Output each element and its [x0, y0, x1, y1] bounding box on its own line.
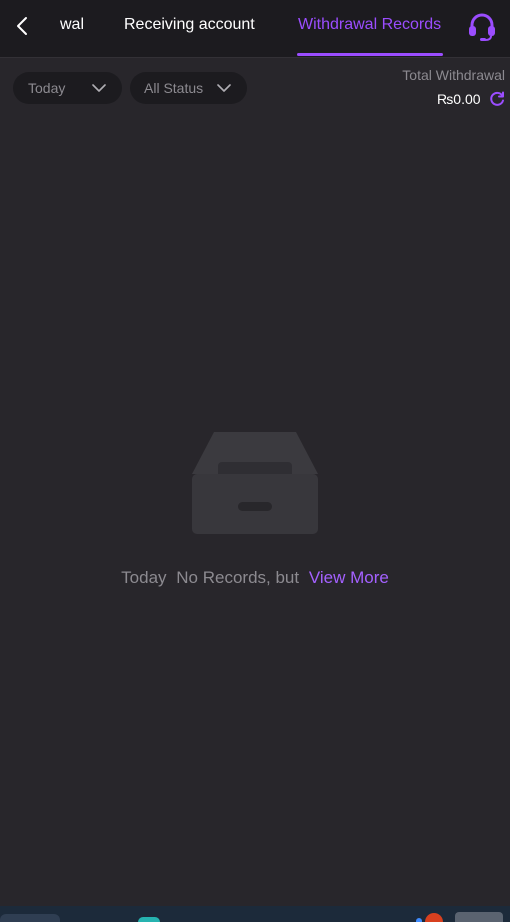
taskbar-item[interactable] — [0, 914, 60, 922]
status-filter-value: All Status — [144, 80, 204, 96]
empty-box-icon — [192, 432, 318, 534]
back-button[interactable] — [8, 10, 36, 42]
date-filter-value: Today — [28, 80, 66, 96]
top-nav: wal Receiving account Withdrawal Records — [0, 0, 510, 58]
chevron-down-icon — [92, 84, 106, 92]
headset-icon — [469, 13, 495, 41]
taskbar-indicator — [416, 918, 422, 922]
back-arrow-icon — [17, 17, 27, 35]
status-filter-dropdown[interactable]: All Status — [130, 72, 247, 104]
taskbar-item[interactable] — [455, 912, 503, 922]
empty-state-text: No Records, but — [176, 568, 300, 587]
total-withdrawal-label: Total Withdrawal — [402, 67, 505, 83]
tab-withdrawal-records[interactable]: Withdrawal Records — [298, 16, 441, 34]
view-more-link[interactable]: View More — [309, 568, 389, 587]
customer-support-button[interactable] — [465, 11, 499, 43]
total-withdrawal-amount: ₨0.00 — [437, 91, 481, 107]
tab-receiving-account[interactable]: Receiving account — [124, 16, 255, 34]
chevron-down-icon — [217, 84, 231, 92]
empty-state-date: Today — [121, 568, 167, 587]
taskbar-app-icon[interactable] — [138, 917, 160, 922]
date-filter-dropdown[interactable]: Today — [13, 72, 122, 104]
empty-state-message: Today No Records, but View More — [0, 568, 510, 588]
tab-withdrawal[interactable]: wal — [60, 16, 84, 34]
active-tab-indicator — [297, 53, 443, 56]
refresh-icon[interactable] — [488, 90, 506, 108]
